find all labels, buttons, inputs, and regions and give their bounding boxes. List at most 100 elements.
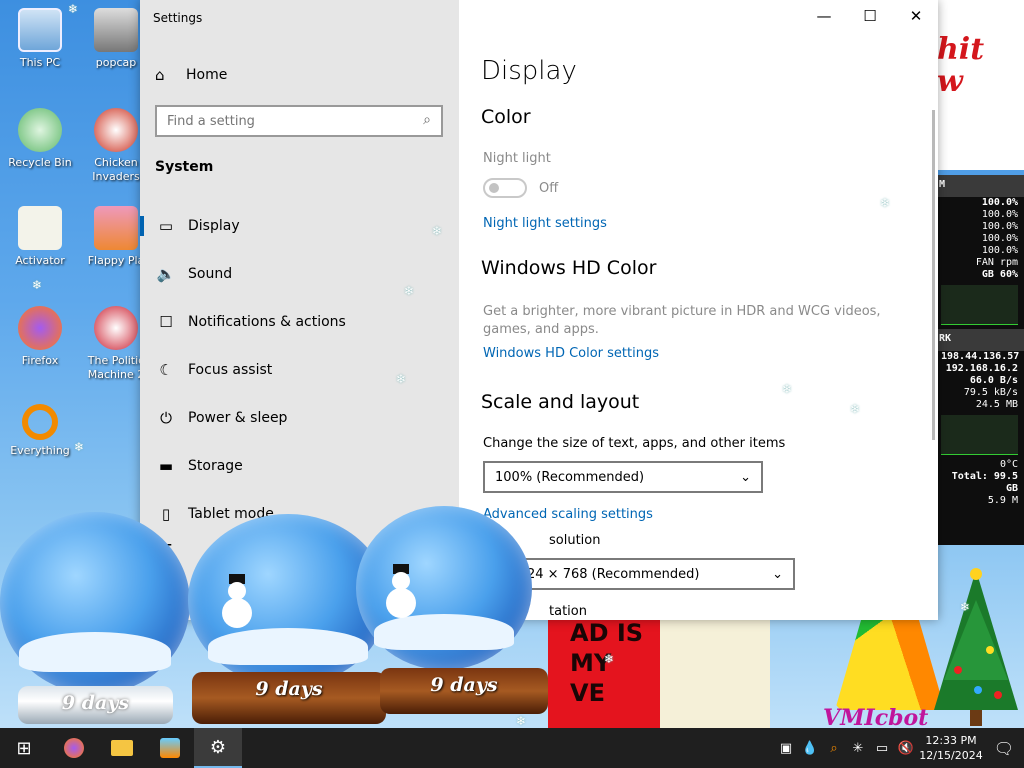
hd-color-heading: Windows HD Color — [481, 257, 657, 279]
bubble-text: hit w — [937, 32, 985, 99]
hd-color-description: Get a brighter, more vibrant picture in … — [483, 304, 881, 337]
desktop-icon-activator[interactable]: Activator — [2, 206, 78, 268]
minimize-button[interactable]: — — [801, 0, 847, 32]
taskbar-app[interactable] — [146, 728, 194, 768]
snowflake: ❄ — [432, 224, 443, 238]
snowflake: ❄ — [396, 372, 407, 386]
fan-readout: FAN rpm — [975, 257, 1018, 268]
scale-label: Change the size of text, apps, and other… — [483, 436, 786, 451]
tray-snowflake-icon[interactable]: ✳ — [846, 741, 870, 756]
sidebar-item-label: Storage — [188, 458, 243, 474]
taskbar: ⊞ ⚙ ▣ 💧 ⌕ ✳ ▭ 🔇 12:33 PM 12/15/2024 🗨 — [0, 728, 1024, 768]
days-counter-label: 9 days — [61, 692, 130, 714]
settings-content-pane: — ☐ ✕ Display Color Night light Off Nigh… — [459, 0, 938, 620]
advanced-scaling-link[interactable]: Advanced scaling settings — [483, 507, 653, 522]
memory-readout: GB 60% — [981, 269, 1018, 280]
flappy-icon — [94, 206, 138, 250]
snowman-body — [386, 588, 416, 618]
tray-app-icon[interactable]: ▣ — [774, 741, 798, 756]
page-title: Display — [481, 56, 577, 86]
activator-icon — [18, 206, 62, 250]
tablet-icon: ▯ — [161, 505, 171, 523]
snow-globe-base-left: 9 days — [18, 686, 173, 724]
hd-color-settings-link[interactable]: Windows HD Color settings — [483, 346, 659, 361]
globe-snow — [208, 627, 368, 666]
scale-dropdown[interactable]: 100% (Recommended) ⌄ — [483, 461, 763, 493]
snowman-figure — [386, 564, 416, 618]
clock-date: 12/15/2024 — [919, 749, 983, 762]
computer-icon — [18, 8, 62, 52]
close-icon: ✕ — [909, 7, 923, 25]
wallpaper-speech-bubble: hit w — [935, 0, 1024, 170]
snow-globe-left — [0, 512, 190, 694]
desktop-icon-label: Activator — [15, 254, 65, 267]
ip-address: 192.168.16.2 — [945, 363, 1018, 374]
sidebar-item-notifications[interactable]: ☐ Notifications & actions — [140, 298, 459, 346]
desktop-icon-everything[interactable]: Everything — [2, 404, 78, 458]
sidebar-item-power-sleep[interactable]: ⏻ Power & sleep — [140, 394, 459, 442]
desktop-icon-this-pc[interactable]: This PC — [2, 8, 78, 70]
firefox-icon — [64, 738, 84, 758]
taskbar-settings[interactable]: ⚙ — [194, 728, 242, 768]
storage-icon: ▬ — [158, 457, 174, 475]
search-input[interactable] — [167, 112, 407, 130]
power-icon: ⏻ — [160, 409, 172, 427]
notification-center-icon[interactable]: 🗨 — [984, 739, 1024, 758]
start-button[interactable]: ⊞ — [0, 728, 48, 768]
network-icon[interactable]: ▭ — [870, 741, 894, 756]
home-icon: ⌂ — [155, 66, 165, 84]
sidebar-item-label: Focus assist — [188, 362, 273, 378]
chicken-icon — [94, 108, 138, 152]
memory-graph — [941, 285, 1018, 325]
ip-address: 198.44.136.57 — [941, 351, 1020, 362]
sidebar-item-label: Notifications & actions — [188, 314, 346, 330]
app-icon — [160, 738, 180, 758]
snowflake: ❄ — [960, 600, 971, 614]
snow-globe-base-middle: 9 days — [192, 672, 386, 724]
system-monitor-widget: M 100.0% 100.0% 100.0% 100.0% 100.0% FAN… — [935, 175, 1024, 545]
scrollbar[interactable] — [932, 110, 935, 440]
desktop-icon-recycle-bin[interactable]: Recycle Bin — [2, 108, 78, 170]
sidebar-item-storage[interactable]: ▬ Storage — [140, 442, 459, 490]
sidebar-item-focus-assist[interactable]: ☾ Focus assist — [140, 346, 459, 394]
firefox-icon — [18, 306, 62, 350]
days-counter-label: 9 days — [430, 674, 498, 696]
sidebar-item-label: Power & sleep — [188, 410, 288, 426]
sidebar-item-display[interactable]: ▭ Display — [140, 202, 459, 250]
clock-time: 12:33 PM — [925, 734, 977, 747]
monitor-icon: ▭ — [158, 217, 174, 235]
system-tray: ▣ 💧 ⌕ ✳ ▭ 🔇 12:33 PM 12/15/2024 🗨 — [774, 728, 1024, 768]
close-button[interactable]: ✕ — [893, 0, 938, 32]
resolution-dropdown-value: 24 × 768 (Recommended) — [527, 566, 700, 582]
nav-home[interactable]: ⌂ Home — [155, 66, 227, 84]
nav-home-label: Home — [186, 67, 228, 83]
moon-icon: ☾ — [159, 361, 173, 379]
snowman-figure — [222, 574, 252, 628]
temperature-readout: 0°C — [999, 459, 1018, 470]
days-counter-label: 9 days — [255, 678, 323, 700]
cpu-header: M — [935, 175, 1024, 197]
folder-icon — [111, 740, 133, 756]
gear-icon: ⚙ — [209, 736, 227, 758]
clock[interactable]: 12:33 PM 12/15/2024 — [918, 733, 984, 763]
taskbar-firefox[interactable] — [50, 728, 98, 768]
night-light-toggle[interactable] — [483, 178, 527, 198]
snowflake: ❄ — [32, 278, 43, 292]
maximize-button[interactable]: ☐ — [847, 0, 893, 32]
tray-search-icon[interactable]: ⌕ — [822, 741, 846, 756]
snowflake: ❄ — [782, 382, 793, 396]
desktop-icon-label: This PC — [19, 56, 61, 69]
volume-muted-icon[interactable]: 🔇 — [894, 741, 918, 756]
tray-drop-icon[interactable]: 💧 — [798, 741, 822, 756]
resolution-dropdown[interactable]: 24 × 768 (Recommended) ⌄ — [515, 558, 795, 590]
taskbar-file-explorer[interactable] — [98, 728, 146, 768]
night-light-settings-link[interactable]: Night light settings — [483, 216, 607, 231]
search-icon[interactable]: ⌕ — [423, 112, 431, 130]
night-light-state: Off — [539, 181, 559, 196]
sidebar-item-label: Sound — [188, 266, 233, 282]
search-box[interactable]: ⌕ — [155, 105, 443, 137]
chevron-down-icon: ⌄ — [740, 469, 751, 485]
desktop-icon-firefox[interactable]: Firefox — [2, 306, 78, 368]
snow-globe-right — [356, 506, 532, 670]
nav-section-title: System — [155, 159, 214, 175]
